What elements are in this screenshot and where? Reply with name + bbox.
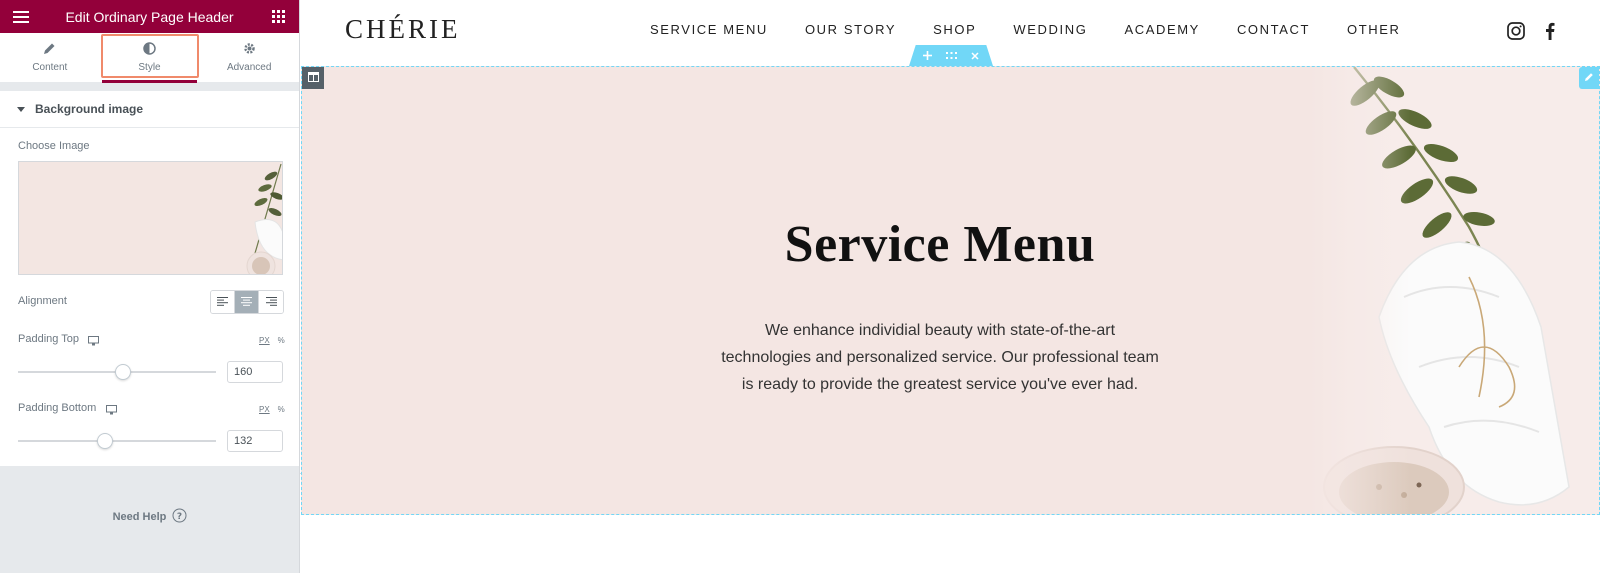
widgets-grid-icon[interactable] [269,8,287,26]
padding-bottom-slider[interactable] [18,431,216,451]
pencil-icon [43,42,56,58]
tab-advanced-label: Advanced [226,62,272,73]
nav-item-other[interactable]: OTHER [1347,22,1401,37]
column-icon [307,69,319,87]
main-nav: SERVICE MENU OUR STORY SHOP WEDDING ACAD… [650,22,1401,37]
nav-item-academy[interactable]: ACADEMY [1124,22,1200,37]
padding-top-units: PX % [259,336,285,345]
tab-style[interactable]: Style [100,33,200,83]
align-right-button[interactable] [259,291,283,313]
padding-top-label: Padding Top [18,333,79,345]
contrast-icon [143,42,156,58]
nav-item-contact[interactable]: CONTACT [1237,22,1310,37]
panel-tabs: Content Style Advanced [0,33,299,83]
column-handle[interactable] [302,67,324,89]
align-center-icon [241,293,252,311]
need-help-label: Need Help [112,511,167,523]
padding-top-input[interactable] [227,361,283,383]
section-background-image[interactable]: Background image [0,91,299,128]
facebook-icon[interactable] [1540,21,1560,41]
align-right-icon [265,293,277,311]
site-logo[interactable]: CHÉRIE [345,14,461,45]
hamburger-menu-icon[interactable] [12,8,30,26]
padding-bottom-units: PX % [259,405,285,414]
slider-track [18,440,216,442]
hero-title: Service Menu [784,216,1096,273]
unit-px-toggle[interactable]: PX [259,336,270,345]
gear-icon [243,42,256,58]
slider-handle[interactable] [97,433,114,449]
choose-image-label: Choose Image [18,140,90,152]
unit-percent-toggle[interactable]: % [278,336,285,345]
slider-handle[interactable] [114,364,131,380]
nav-item-our-story[interactable]: OUR STORY [805,22,896,37]
tab-style-label: Style [138,62,161,73]
align-left-icon [217,293,228,311]
section-title: Background image [35,102,144,116]
desktop-icon[interactable] [106,402,117,420]
alignment-label: Alignment [18,295,67,307]
caret-down-icon [17,102,25,116]
unit-percent-toggle[interactable]: % [278,405,285,414]
padding-bottom-label: Padding Bottom [18,402,97,414]
delete-section-icon[interactable] [971,51,979,60]
hero-decorative-image [1309,67,1599,514]
tab-content[interactable]: Content [0,33,100,82]
nav-item-service-menu[interactable]: SERVICE MENU [650,22,768,37]
social-links [1506,21,1560,41]
tab-advanced[interactable]: Advanced [199,33,299,82]
padding-bottom-input[interactable] [227,430,283,452]
hero-section[interactable]: Service Menu We enhance individial beaut… [301,66,1600,515]
add-section-icon[interactable] [923,51,932,60]
edit-widget-button[interactable] [1579,67,1599,89]
pencil-icon [1584,69,1594,87]
hero-description: We enhance individial beauty with state-… [721,322,1159,393]
align-left-button[interactable] [211,291,235,313]
align-center-button[interactable] [235,291,259,313]
padding-top-slider[interactable] [18,362,216,382]
nav-item-wedding[interactable]: WEDDING [1013,22,1087,37]
help-circle-icon: ? [172,508,187,526]
panel-title: Edit Ordinary Page Header [65,8,234,25]
editor-panel: Edit Ordinary Page Header Content Style [0,0,300,573]
need-help-link[interactable]: Need Help ? [0,508,300,526]
instagram-icon[interactable] [1506,21,1526,41]
background-image-preview[interactable] [18,161,283,275]
tab-content-label: Content [32,62,68,73]
svg-text:?: ? [177,512,182,522]
desktop-icon[interactable] [88,333,99,351]
section-handle [909,45,993,66]
panel-header: Edit Ordinary Page Header [0,0,299,33]
drag-handle-icon[interactable] [946,52,957,59]
alignment-control [210,290,284,314]
unit-px-toggle[interactable]: PX [259,405,270,414]
site-preview: CHÉRIE SERVICE MENU OUR STORY SHOP WEDDI… [301,0,1600,573]
nav-item-shop[interactable]: SHOP [933,22,976,37]
